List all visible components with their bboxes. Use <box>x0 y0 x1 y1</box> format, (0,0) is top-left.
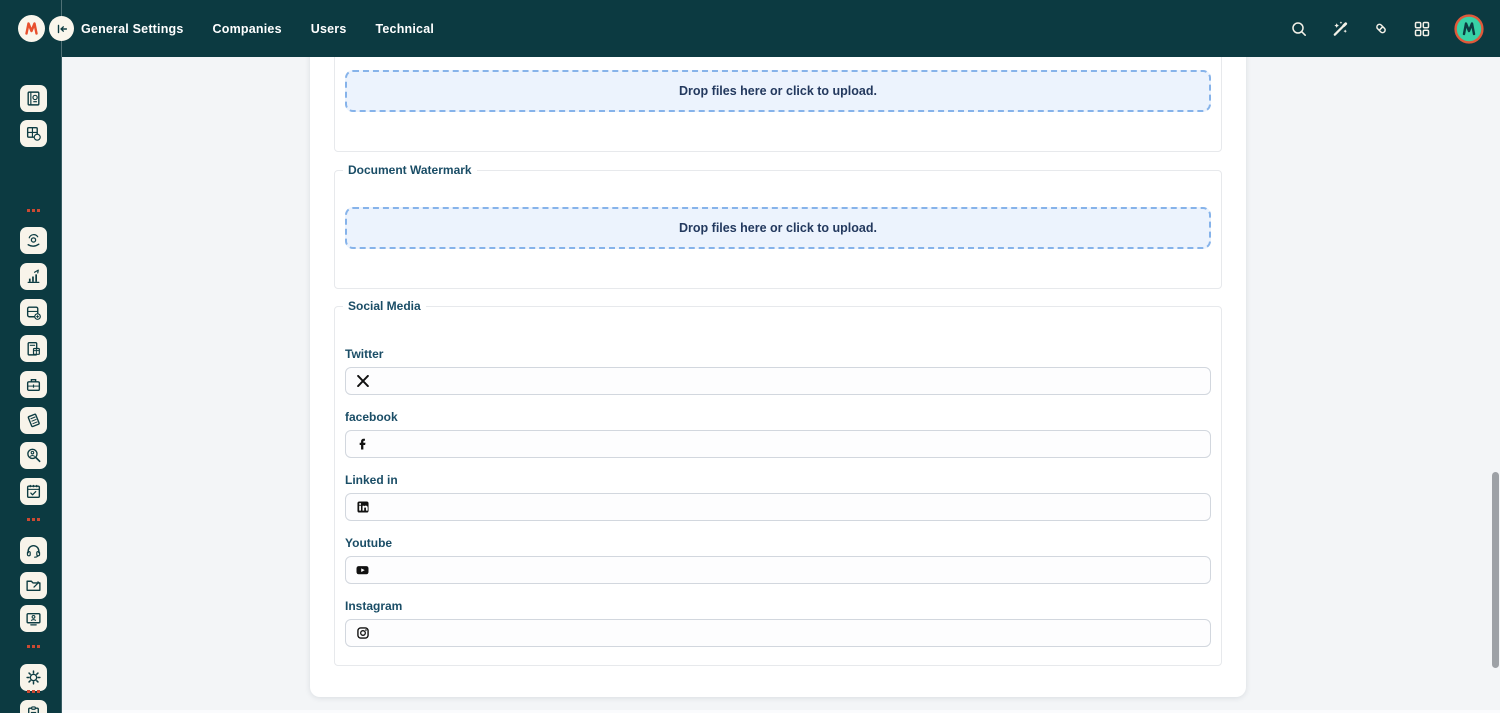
app-window: General Settings Companies Users Technic… <box>0 0 1500 713</box>
dropzone-text: Drop files here or click to upload. <box>679 221 877 235</box>
twitter-input-wrap <box>345 367 1211 395</box>
growth-chart-icon <box>25 268 42 285</box>
collapse-left-icon <box>55 22 69 36</box>
red-dash-divider <box>27 209 41 212</box>
vertical-scrollbar-thumb[interactable] <box>1492 472 1499 668</box>
sidebar-item-monitor-user[interactable] <box>20 605 47 632</box>
sidebar-item-folder-edit[interactable] <box>20 572 47 599</box>
youtube-input[interactable] <box>377 557 1200 583</box>
user-avatar[interactable] <box>1454 14 1484 44</box>
calendar-check-icon <box>25 483 42 500</box>
sidebar-item-user-search[interactable] <box>20 442 47 469</box>
sidebar-item-clipboard-calculator[interactable] <box>20 335 47 362</box>
nav-general-settings[interactable]: General Settings <box>81 22 184 36</box>
instagram-icon <box>356 627 369 640</box>
document-watermark-fieldset: Document Watermark Drop files here or cl… <box>334 170 1222 289</box>
package-add-icon <box>25 304 42 321</box>
ledger-book-icon <box>25 90 42 107</box>
nav-companies[interactable]: Companies <box>213 22 282 36</box>
magic-wand-button[interactable] <box>1331 20 1349 38</box>
linkedin-input[interactable] <box>377 494 1200 520</box>
headset-support-icon <box>25 542 42 559</box>
sidebar-item-ledger-book[interactable] <box>20 85 47 112</box>
folder-edit-icon <box>25 577 42 594</box>
attachment-button[interactable] <box>1372 20 1390 38</box>
settings-gear-icon <box>25 669 42 686</box>
sidebar-item-headset-support[interactable] <box>20 537 47 564</box>
instagram-input[interactable] <box>377 620 1200 646</box>
settings-card: Drop files here or click to upload. Docu… <box>310 57 1246 697</box>
logo-upload-fieldset: Drop files here or click to upload. <box>334 57 1222 152</box>
instagram-label: Instagram <box>345 599 1211 613</box>
report-clipboard-icon <box>25 705 42 713</box>
search-icon <box>1290 20 1308 38</box>
twitter-input[interactable] <box>377 368 1200 394</box>
magic-wand-icon <box>1331 19 1349 38</box>
youtube-input-wrap <box>345 556 1211 584</box>
monitor-user-icon <box>25 610 42 627</box>
linkedin-label: Linked in <box>345 473 1211 487</box>
facebook-icon <box>356 438 369 451</box>
social-media-legend: Social Media <box>343 299 426 313</box>
sidebar-item-growth-chart[interactable] <box>20 263 47 290</box>
app-grid-icon <box>1413 20 1431 38</box>
facebook-label: facebook <box>345 410 1211 424</box>
twitter-label: Twitter <box>345 347 1211 361</box>
document-watermark-legend: Document Watermark <box>343 163 477 177</box>
red-dash-divider <box>27 518 41 521</box>
search-button[interactable] <box>1290 20 1308 38</box>
sidebar-item-calendar-check[interactable] <box>20 478 47 505</box>
nav-technical[interactable]: Technical <box>375 22 434 36</box>
sidebar-item-briefcase[interactable] <box>20 371 47 398</box>
hand-coin-icon <box>25 232 42 249</box>
x-twitter-icon <box>356 375 369 388</box>
calculator-tilted-icon <box>25 412 42 429</box>
top-navigation-bar: General Settings Companies Users Technic… <box>0 0 1500 57</box>
youtube-label: Youtube <box>345 536 1211 550</box>
brand-logo[interactable] <box>18 15 45 42</box>
sidebar-item-calculator-tilted[interactable] <box>20 407 47 434</box>
sidebar-item-package-add[interactable] <box>20 299 47 326</box>
sidebar-item-hand-coin[interactable] <box>20 227 47 254</box>
facebook-input-wrap <box>345 430 1211 458</box>
main-menu: General Settings Companies Users Technic… <box>81 0 434 57</box>
briefcase-icon <box>25 376 42 393</box>
logo-upload-dropzone[interactable]: Drop files here or click to upload. <box>345 70 1211 112</box>
topbar-actions <box>1290 0 1484 57</box>
avatar-logo-icon <box>1454 14 1484 44</box>
facebook-input[interactable] <box>377 431 1200 457</box>
brand-logo-m-icon <box>23 20 40 37</box>
social-media-fieldset: Social Media Twitter facebook <box>334 306 1222 666</box>
user-search-icon <box>25 447 42 464</box>
red-dash-divider <box>27 690 41 693</box>
youtube-icon <box>356 564 369 577</box>
sidebar-item-report-clipboard[interactable] <box>20 700 47 713</box>
instagram-input-wrap <box>345 619 1211 647</box>
sidebar-collapse-button[interactable] <box>49 16 74 41</box>
attachment-icon <box>1372 19 1390 38</box>
apps-grid-button[interactable] <box>1413 20 1431 38</box>
sidebar-item-calculator-split[interactable] <box>20 120 47 147</box>
dropzone-text: Drop files here or click to upload. <box>679 84 877 98</box>
nav-users[interactable]: Users <box>311 22 347 36</box>
red-dash-divider <box>27 645 41 648</box>
main-content-area: Drop files here or click to upload. Docu… <box>62 57 1500 713</box>
linkedin-icon <box>356 501 369 514</box>
calculator-split-icon <box>25 125 42 142</box>
clipboard-calculator-icon <box>25 340 42 357</box>
left-sidebar <box>0 57 62 713</box>
watermark-upload-dropzone[interactable]: Drop files here or click to upload. <box>345 207 1211 249</box>
linkedin-input-wrap <box>345 493 1211 521</box>
